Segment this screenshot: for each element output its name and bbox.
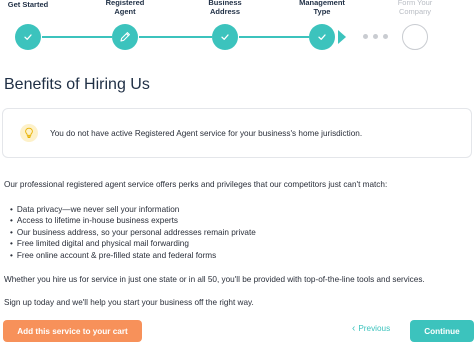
info-alert: You do not have active Registered Agent … [2,108,472,158]
previous-label: Previous [358,324,391,333]
step-label-get-started: Get Started [7,0,49,9]
list-item: Our business address, so your personal a… [10,227,256,238]
alert-message: You do not have active Registered Agent … [50,128,363,138]
list-item: Free limited digital and physical mail f… [10,238,256,249]
add-to-cart-button[interactable]: Add this service to your cart [3,320,142,342]
chevron-left-icon: ‹ [352,322,356,334]
step-connector [139,36,212,38]
progress-stepper: Get Started Registered Agent Business Ad… [0,0,474,62]
check-icon [221,34,229,40]
check-icon [24,34,32,40]
step-connector [42,36,112,38]
step-label-form-your-company: Form Your Company [397,0,433,16]
step-connector [239,36,309,38]
page-title: Benefits of Hiring Us [4,76,150,93]
step-get-started[interactable] [15,24,41,50]
previous-button[interactable]: ‹ Previous [352,322,391,334]
list-item: Free online account & pre-filled state a… [10,250,256,261]
list-item: Data privacy—we never sell your informat… [10,204,256,215]
step-label-management-type: Management Type [299,0,345,16]
check-icon [318,34,326,40]
step-dot [373,34,378,39]
continue-button[interactable]: Continue [410,320,474,342]
step-dot [363,34,368,39]
step-dot [383,34,388,39]
intro-text: Our professional registered agent servic… [4,180,388,189]
lightbulb-icon [20,124,38,142]
step-label-business-address: Business Address [208,0,242,16]
step-registered-agent[interactable] [112,24,138,50]
benefits-list: Data privacy—we never sell your informat… [10,204,256,261]
step-business-address[interactable] [212,24,238,50]
pencil-icon [120,32,130,42]
current-step-arrow-icon [338,30,346,44]
service-paragraph: Whether you hire us for service in just … [4,275,425,284]
step-form-your-company [402,24,428,50]
list-item: Access to lifetime in-house business exp… [10,215,256,226]
signup-paragraph: Sign up today and we'll help you start y… [4,298,254,307]
step-management-type[interactable] [309,24,335,50]
step-label-registered-agent: Registered Agent [105,0,145,16]
